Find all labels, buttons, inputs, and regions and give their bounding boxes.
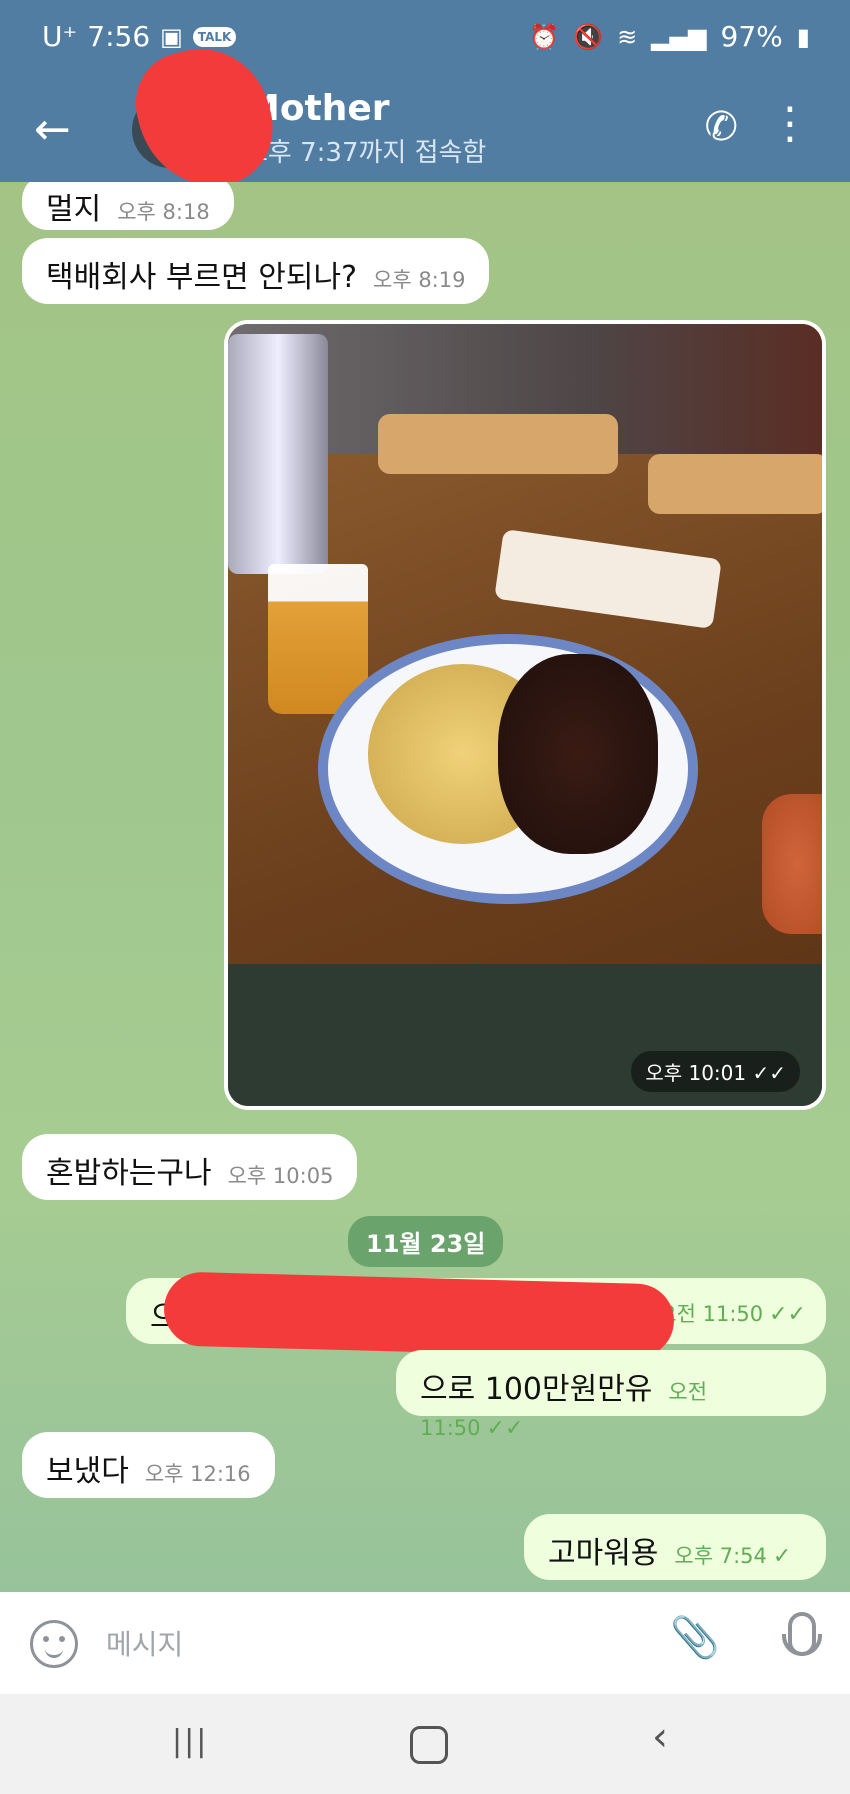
message-input[interactable] [104,1616,648,1672]
message-time: 오후 10:01 [645,1061,747,1085]
message-incoming[interactable]: 보냈다 오후 12:16 [22,1432,275,1498]
message-time: 오후 7:54 [674,1544,767,1568]
status-bar: U⁺ 7:56 ▣ TALK ⏰ 🔇 ≋ ▂▄▆ 97% ▮ [0,0,850,80]
food-photo[interactable]: 오후 10:01 ✓✓ [228,324,822,1106]
system-nav-bar: ||| ‹ [0,1694,850,1794]
message-composer: 📎 [0,1592,850,1694]
photo-black-bean-sauce [498,654,658,854]
back-arrow-icon[interactable]: ← [34,100,71,160]
battery-icon: ▮ [796,22,810,51]
photo-chair [648,454,822,514]
carrier-label: U⁺ [42,20,78,53]
status-left: U⁺ 7:56 ▣ TALK [42,20,237,53]
microphone-icon[interactable] [782,1612,822,1656]
message-time: 오후 8:18 [117,200,210,224]
nav-back-icon[interactable]: ‹ [652,1714,668,1760]
message-time: 오후 10:05 [227,1164,334,1188]
message-time: 오후 8:19 [373,268,466,292]
alarm-icon: ⏰ [529,22,560,51]
signal-icon: ▂▄▆ [651,22,707,51]
status-right: ⏰ 🔇 ≋ ▂▄▆ 97% ▮ [529,20,810,53]
mute-icon: 🔇 [573,22,604,51]
message-text: 멀지 [46,192,102,227]
clock: 7:56 [87,20,151,53]
message-text: 으로 100만원만유 [420,1372,653,1407]
date-separator: 11월 23일 [348,1216,504,1267]
last-seen-status: 오후 7:37까지 접속함 [244,138,487,168]
read-tick-icon: ✓ [772,1544,792,1569]
read-ticks-icon: ✓✓ [752,1061,786,1085]
emoji-icon[interactable] [30,1620,78,1668]
message-outgoing[interactable]: 고마워용 오후 7:54 ✓ [524,1514,826,1580]
message-text: 택배회사 부르면 안되나? [46,260,357,295]
message-text: 혼밥하는구나 [46,1156,212,1191]
photo-timestamp: 오후 10:01 ✓✓ [631,1051,800,1092]
message-text: 고마워용 [548,1536,659,1571]
wifi-icon: ≋ [617,22,638,51]
chat-header: ← Mother 오후 7:37까지 접속함 ✆ ⋮ [0,80,850,182]
battery-level: 97% [720,20,783,53]
message-incoming[interactable]: 택배회사 부르면 안되나? 오후 8:19 [22,238,490,304]
paperclip-icon[interactable]: 📎 [670,1614,720,1661]
message-incoming[interactable]: 멀지 오후 8:18 [22,182,234,230]
phone-icon[interactable]: ✆ [704,104,738,150]
home-icon[interactable] [410,1726,448,1764]
message-outgoing[interactable]: 으로 100만원만유 오전 11:50 ✓✓ [396,1350,826,1441]
read-ticks-icon: ✓✓ [769,1302,806,1327]
redaction-mark [163,1271,675,1359]
chat-history[interactable]: 멀지 오후 8:18 택배회사 부르면 안되나? 오후 8:19 오후 10:01 … [0,182,850,1592]
gallery-icon: ▣ [160,22,183,51]
photo-soup-bowl [762,794,822,934]
message-time: 오후 12:16 [144,1462,251,1486]
message-text: 보냈다 [46,1454,129,1489]
more-options-icon[interactable]: ⋮ [768,98,812,149]
read-ticks-icon: ✓✓ [486,1416,524,1441]
recent-apps-icon[interactable]: ||| [172,1724,208,1759]
talk-notification-icon: TALK [192,26,237,47]
message-incoming[interactable]: 혼밥하는구나 오후 10:05 [22,1134,358,1200]
photo-bottle [228,334,328,574]
photo-message[interactable]: 오후 10:01 ✓✓ [224,320,826,1110]
photo-chair [378,414,618,474]
